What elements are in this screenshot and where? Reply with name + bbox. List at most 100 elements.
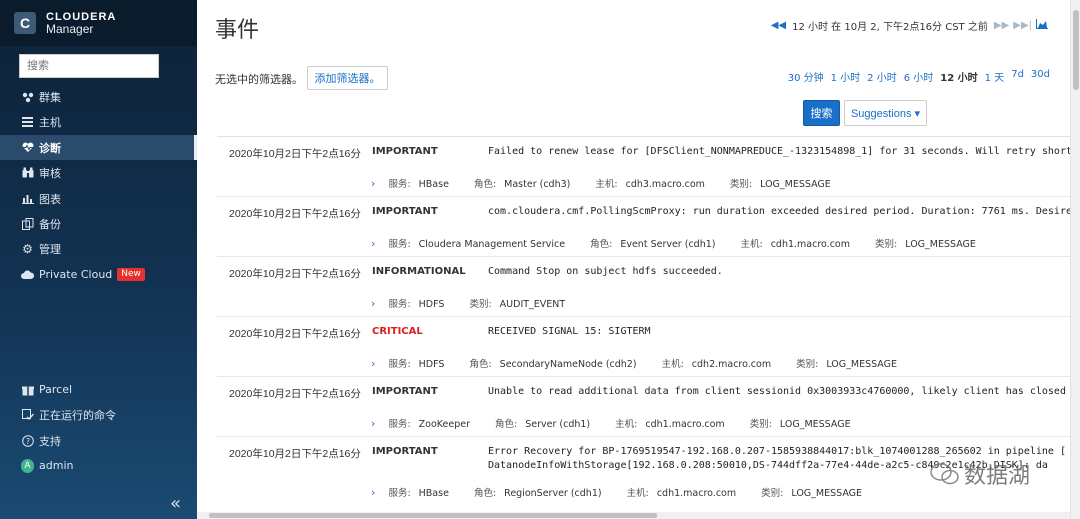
cloud-icon	[21, 268, 34, 281]
sidebar-item-audits[interactable]: 审核	[0, 160, 197, 185]
event-message: Command Stop on subject hdfs succeeded.	[488, 266, 723, 277]
rewind-icon[interactable]: ◀◀	[771, 20, 786, 31]
sidebar-item-label: Parcel	[39, 383, 73, 396]
attr-service[interactable]: ZooKeeper	[419, 419, 470, 430]
vertical-scrollbar[interactable]	[1070, 0, 1080, 519]
attr-label: 服务:	[388, 179, 411, 190]
svg-text:?: ?	[25, 437, 29, 446]
attr-role[interactable]: Server (cdh1)	[525, 419, 590, 430]
sidebar-item-user[interactable]: A admin	[0, 453, 197, 478]
attr-role[interactable]: SecondaryNameNode (cdh2)	[500, 359, 637, 370]
sidebar-item-private-cloud[interactable]: Private Cloud New	[0, 262, 197, 287]
attr-label: 类别:	[749, 419, 772, 430]
attr-label: 类别:	[729, 179, 753, 190]
range-2h[interactable]: 2 小时	[867, 69, 897, 84]
attr-host[interactable]: cdh1.macro.com	[771, 239, 850, 250]
expand-chevron-icon[interactable]: ›	[371, 297, 375, 310]
gift-icon	[21, 383, 34, 396]
range-1d[interactable]: 1 天	[985, 69, 1005, 84]
sidebar-item-support[interactable]: ? 支持	[0, 428, 197, 453]
attr-label: 服务:	[388, 359, 411, 370]
suggestions-button[interactable]: Suggestions ▾	[844, 100, 927, 126]
scrollbar-thumb[interactable]	[1073, 10, 1079, 90]
add-filter-button[interactable]: 添加筛选器。	[307, 66, 388, 90]
logo[interactable]: C CLOUDERA Manager	[0, 0, 197, 46]
search-button[interactable]: 搜索	[803, 100, 840, 126]
attr-role[interactable]: Event Server (cdh1)	[620, 239, 715, 250]
expand-chevron-icon[interactable]: ›	[371, 177, 375, 190]
help-icon: ?	[21, 434, 34, 447]
event-row[interactable]: 2020年10月2日下午2点16分 CRITICAL RECEIVED SIGN…	[217, 317, 1070, 377]
expand-chevron-icon[interactable]: ›	[371, 486, 375, 499]
attr-role[interactable]: Master (cdh3)	[504, 179, 570, 190]
attr-category[interactable]: LOG_MESSAGE	[905, 239, 976, 250]
event-message: com.cloudera.cmf.PollingScmProxy: run du…	[488, 206, 1070, 217]
sidebar-item-backup[interactable]: 备份	[0, 211, 197, 236]
main-content: 事件 ◀◀ 12 小时 在 10月 2, 下午2点16分 CST 之前 ▶▶ ▶…	[197, 0, 1070, 519]
event-severity: IMPORTANT	[372, 386, 438, 397]
event-message: RECEIVED SIGNAL 15: SIGTERM	[488, 326, 651, 337]
event-attributes: › 服务: ZooKeeper 角色: Server (cdh1) 主机: cdh1.…	[371, 416, 873, 430]
horizontal-scrollbar[interactable]	[197, 512, 1070, 519]
event-row[interactable]: 2020年10月2日下午2点16分 IMPORTANT Failed to re…	[217, 137, 1070, 197]
attr-label: 角色:	[469, 359, 492, 370]
sidebar-item-diagnostics[interactable]: 诊断	[0, 135, 197, 160]
binoculars-icon	[21, 166, 34, 179]
sidebar-item-clusters[interactable]: 群集	[0, 84, 197, 109]
sidebar-search-input[interactable]	[19, 54, 159, 78]
event-message: Unable to read additional data from clie…	[488, 386, 1070, 397]
collapse-sidebar-icon[interactable]: «	[170, 493, 181, 514]
range-7d[interactable]: 7d	[1011, 69, 1024, 84]
attr-service[interactable]: HBase	[419, 488, 449, 499]
attr-host[interactable]: cdh2.macro.com	[692, 359, 771, 370]
event-attributes: › 服务: HDFS 类别: AUDIT_EVENT	[371, 296, 587, 310]
attr-service[interactable]: HBase	[419, 179, 449, 190]
event-row[interactable]: 2020年10月2日下午2点16分 IMPORTANT Unable to re…	[217, 377, 1070, 437]
event-row[interactable]: 2020年10月2日下午2点16分 IMPORTANT com.cloudera…	[217, 197, 1070, 257]
event-row[interactable]: 2020年10月2日下午2点16分 INFORMATIONAL Command …	[217, 257, 1070, 317]
attr-role[interactable]: RegionServer (cdh1)	[504, 488, 601, 499]
attr-host[interactable]: cdh1.macro.com	[645, 419, 724, 430]
attr-label: 服务:	[388, 239, 411, 250]
event-message: Failed to renew lease for [DFSClient_NON…	[488, 146, 1070, 157]
skip-to-now-icon[interactable]: ▶▶|	[1013, 20, 1032, 31]
attr-label: 角色:	[590, 239, 613, 250]
attr-category[interactable]: AUDIT_EVENT	[500, 299, 566, 310]
sidebar-item-charts[interactable]: 图表	[0, 186, 197, 211]
fast-forward-icon[interactable]: ▶▶	[994, 20, 1009, 31]
histogram-icon[interactable]	[1036, 19, 1048, 32]
sidebar-item-label: 群集	[39, 90, 61, 104]
event-time: 2020年10月2日下午2点16分	[229, 268, 361, 280]
scrollbar-thumb[interactable]	[209, 513, 657, 518]
attr-service[interactable]: HDFS	[419, 299, 445, 310]
expand-chevron-icon[interactable]: ›	[371, 357, 375, 370]
range-6h[interactable]: 6 小时	[904, 69, 934, 84]
attr-host[interactable]: cdh1.macro.com	[657, 488, 736, 499]
expand-chevron-icon[interactable]: ›	[371, 417, 375, 430]
attr-category[interactable]: LOG_MESSAGE	[760, 179, 831, 190]
event-attributes: › 服务: HDFS 角色: SecondaryNameNode (cdh2) 主机…	[371, 356, 919, 370]
attr-category[interactable]: LOG_MESSAGE	[826, 359, 897, 370]
time-range-bar: ◀◀ 12 小时 在 10月 2, 下午2点16分 CST 之前 ▶▶ ▶▶|	[769, 18, 1050, 33]
sidebar-item-parcel[interactable]: Parcel	[0, 377, 197, 402]
attr-category[interactable]: LOG_MESSAGE	[791, 488, 862, 499]
expand-chevron-icon[interactable]: ›	[371, 237, 375, 250]
sidebar-item-running-commands[interactable]: 正在运行的命令	[0, 402, 197, 427]
time-range-label[interactable]: 12 小时 在 10月 2, 下午2点16分 CST 之前	[792, 18, 988, 33]
attr-label: 服务:	[388, 488, 411, 499]
list-icon	[21, 115, 34, 128]
attr-service[interactable]: Cloudera Management Service	[419, 239, 565, 250]
range-30m[interactable]: 30 分钟	[788, 69, 824, 84]
range-30d[interactable]: 30d	[1031, 69, 1050, 84]
attr-service[interactable]: HDFS	[419, 359, 445, 370]
attr-host[interactable]: cdh3.macro.com	[626, 179, 705, 190]
cluster-icon	[21, 90, 34, 103]
range-1h[interactable]: 1 小时	[831, 69, 861, 84]
sidebar-item-administration[interactable]: ⚙ 管理	[0, 236, 197, 261]
range-12h[interactable]: 12 小时	[940, 69, 977, 84]
sidebar-item-hosts[interactable]: 主机	[0, 109, 197, 134]
filter-status: 无选中的筛选器。	[215, 73, 303, 86]
page-title: 事件	[215, 18, 260, 43]
attr-category[interactable]: LOG_MESSAGE	[780, 419, 851, 430]
attr-label: 服务:	[388, 299, 411, 310]
